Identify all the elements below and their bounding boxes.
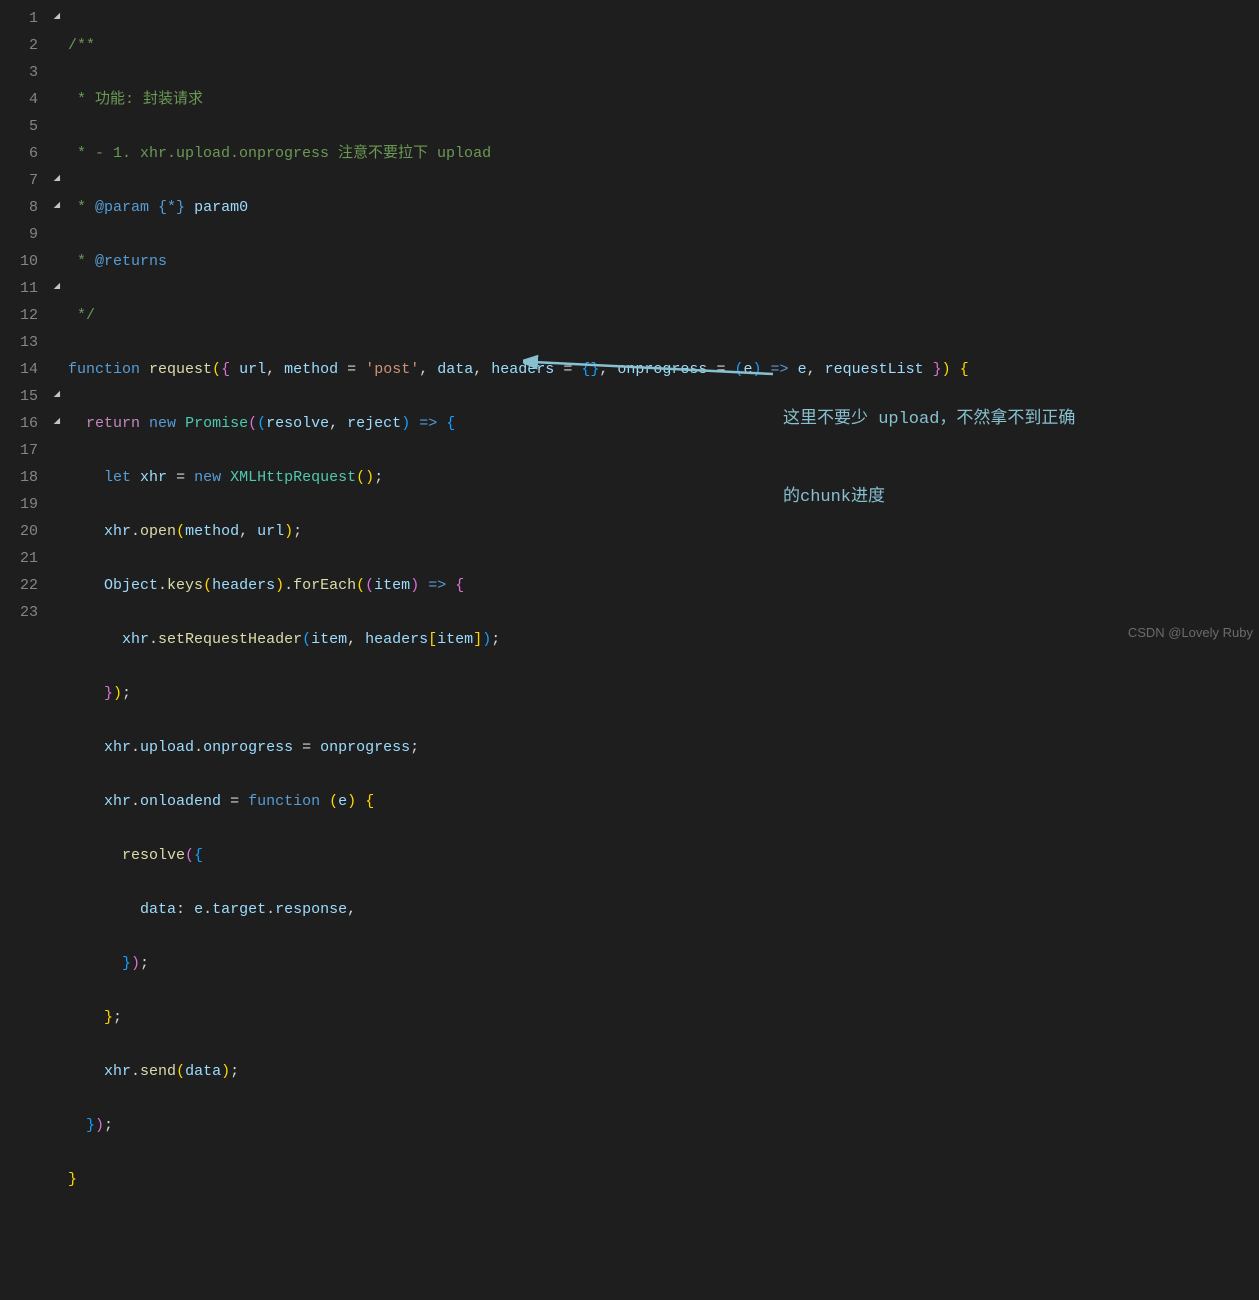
line-number: 16 — [0, 410, 38, 437]
line-number: 20 — [0, 518, 38, 545]
line-number: 12 — [0, 302, 38, 329]
code-line: }); — [68, 1112, 1259, 1139]
line-number: 14 — [0, 356, 38, 383]
line-number: 17 — [0, 437, 38, 464]
watermark: CSDN @Lovely Ruby — [1128, 619, 1253, 646]
line-number: 1 — [0, 5, 38, 32]
line-number: 5 — [0, 113, 38, 140]
line-number: 6 — [0, 140, 38, 167]
code-line: * 功能: 封装请求 — [68, 86, 1259, 113]
code-line: xhr.open(method, url); — [68, 518, 1259, 545]
line-number: 21 — [0, 545, 38, 572]
fold-toggle-icon[interactable] — [50, 410, 68, 437]
code-line: xhr.send(data); — [68, 1058, 1259, 1085]
fold-toggle-icon[interactable] — [50, 383, 68, 410]
code-line: xhr.upload.onprogress = onprogress; — [68, 734, 1259, 761]
code-line: let xhr = new XMLHttpRequest(); — [68, 464, 1259, 491]
fold-toggle-icon[interactable] — [50, 194, 68, 221]
code-line: }); — [68, 950, 1259, 977]
code-line: Object.keys(headers).forEach((item) => { — [68, 572, 1259, 599]
code-line: resolve({ — [68, 842, 1259, 869]
code-line: }); — [68, 680, 1259, 707]
code-line — [68, 1220, 1259, 1247]
fold-toggle-icon[interactable] — [50, 275, 68, 302]
code-line: * - 1. xhr.upload.onprogress 注意不要拉下 uplo… — [68, 140, 1259, 167]
line-number: 4 — [0, 86, 38, 113]
line-number: 18 — [0, 464, 38, 491]
code-line: * @param {*} param0 — [68, 194, 1259, 221]
line-number-gutter: 1 2 3 4 5 6 7 8 9 10 11 12 13 14 15 16 1… — [0, 0, 50, 650]
fold-toggle-icon[interactable] — [50, 5, 68, 32]
code-line: /** — [68, 32, 1259, 59]
code-area[interactable]: /** * 功能: 封装请求 * - 1. xhr.upload.onprogr… — [68, 0, 1259, 650]
line-number: 7 — [0, 167, 38, 194]
line-number: 9 — [0, 221, 38, 248]
annotation-text: 这里不要少 upload，不然拿不到正确 的chunk进度 — [783, 355, 1075, 563]
code-line: } — [68, 1166, 1259, 1193]
code-line: }; — [68, 1004, 1259, 1031]
line-number: 2 — [0, 32, 38, 59]
code-line: xhr.setRequestHeader(item, headers[item]… — [68, 626, 1259, 653]
line-number: 8 — [0, 194, 38, 221]
line-number: 10 — [0, 248, 38, 275]
code-line: xhr.onloadend = function (e) { — [68, 788, 1259, 815]
code-line: * @returns — [68, 248, 1259, 275]
code-editor: 1 2 3 4 5 6 7 8 9 10 11 12 13 14 15 16 1… — [0, 0, 1259, 650]
code-line: return new Promise((resolve, reject) => … — [68, 410, 1259, 437]
line-number: 13 — [0, 329, 38, 356]
line-number: 3 — [0, 59, 38, 86]
line-number: 19 — [0, 491, 38, 518]
line-number: 22 — [0, 572, 38, 599]
code-line: function request({ url, method = 'post',… — [68, 356, 1259, 383]
line-number: 23 — [0, 599, 38, 626]
code-line: */ — [68, 302, 1259, 329]
fold-gutter — [50, 0, 68, 650]
line-number: 11 — [0, 275, 38, 302]
fold-toggle-icon[interactable] — [50, 167, 68, 194]
code-line: data: e.target.response, — [68, 896, 1259, 923]
line-number: 15 — [0, 383, 38, 410]
